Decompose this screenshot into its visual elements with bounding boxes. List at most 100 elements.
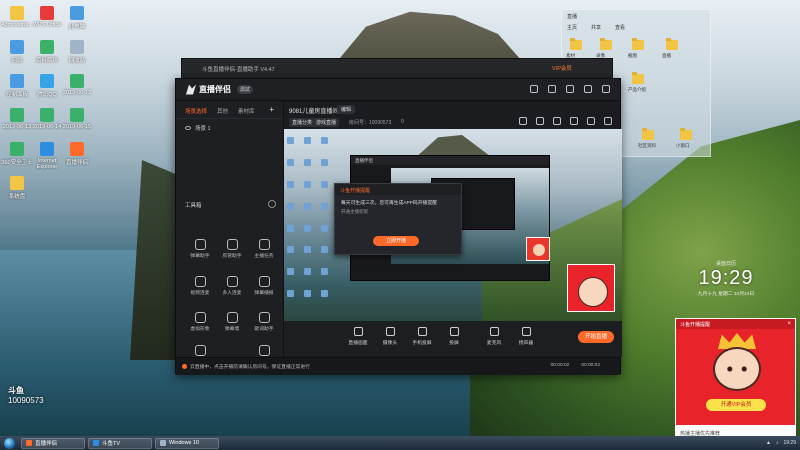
tool-label: 视频连麦 (190, 291, 210, 296)
tool-button[interactable]: 歌词助手 (246, 312, 282, 332)
tool-icon (194, 239, 206, 250)
explorer-tab[interactable]: 主页 (567, 24, 577, 34)
room-edit-button[interactable]: 编辑 (337, 105, 356, 114)
desktop-icon[interactable]: 此电脑 (60, 6, 94, 30)
taskbar-item[interactable]: Windows 10 (155, 437, 219, 449)
control-button[interactable]: 手机投屏 (408, 327, 436, 346)
clock-date: 九月十九 星期二 10月24日 (697, 292, 755, 297)
taskbar-item[interactable]: 斗鱼TV (88, 437, 152, 449)
folder-icon[interactable] (632, 38, 644, 50)
start-live-button[interactable]: 开始直播 (578, 331, 614, 343)
desktop-icon[interactable]: 360安全卫士 (0, 142, 34, 166)
tool-label: 虚拟形象 (190, 327, 210, 332)
bell-icon[interactable] (587, 117, 595, 125)
control-button[interactable]: 摄像头 (376, 327, 404, 346)
dialog-button[interactable]: 立即开播 (373, 236, 419, 246)
tool-button[interactable]: 房管助手 (214, 239, 250, 259)
folder-icon[interactable] (570, 38, 582, 50)
vip-open-button[interactable]: 开通VIP会员 (706, 399, 766, 411)
tab-scenes[interactable]: 场景选择 (185, 107, 207, 115)
desktop-icon[interactable]: 资料解析 (30, 40, 64, 64)
tool-icon (258, 312, 270, 323)
tab-materials[interactable]: 素材库 (238, 107, 255, 115)
explorer-tabs: 主页 共享 查看 (562, 24, 710, 34)
tool-button[interactable]: 弹幕墙 (214, 312, 250, 332)
control-button[interactable]: 投屏 (440, 327, 468, 346)
app-back-window[interactable]: 斗鱼直播伴侣-直播助手 V4.47 VIP会员 (181, 58, 613, 80)
tray-time[interactable]: 19:29 (783, 440, 796, 446)
tool-button[interactable]: 弹幕播报 (246, 276, 282, 296)
reminder-dialog[interactable]: 斗鱼开播提醒 每天可生成三次，您可再生成APP码开播提醒 开通主播权限 立即开播 (334, 183, 462, 255)
dialog-subtext: 开通主播权限 (341, 209, 368, 214)
desktop-icon[interactable]: 2019-06-14 (30, 108, 64, 130)
category-badge[interactable]: 游戏直播 (313, 118, 340, 127)
desktop-icon[interactable]: 2019-06-15 (60, 108, 94, 130)
tool-button[interactable]: 弹幕助手 (182, 239, 218, 259)
desktop-icon[interactable]: 系统盘 (0, 176, 34, 200)
vip-link[interactable]: VIP会员 (552, 64, 572, 72)
app-icon (70, 6, 84, 20)
minimize-icon[interactable] (584, 85, 592, 93)
tool-button[interactable]: 主播任务 (246, 239, 282, 259)
taskbar-label: 直播伴侣 (35, 441, 58, 447)
add-icon[interactable]: + (269, 106, 274, 115)
version-badge: 測試 (237, 85, 254, 94)
settings-icon[interactable] (566, 85, 574, 93)
list-icon[interactable] (553, 117, 561, 125)
vip-popup[interactable]: 斗鱼开播提醒 × 开通VIP会员 热播主播优先推荐 (675, 318, 796, 442)
desktop-icon-label: 网络 (11, 58, 23, 64)
explorer-tab[interactable]: 共享 (591, 24, 601, 34)
folder-icon[interactable] (642, 128, 654, 140)
control-button[interactable]: 直播画面 (344, 327, 372, 346)
folder-icon[interactable] (680, 128, 692, 140)
desktop-icon[interactable]: Administrat... (0, 6, 34, 28)
lock-icon[interactable] (536, 117, 544, 125)
control-button[interactable]: 扬声器 (512, 327, 540, 346)
tab-other[interactable]: 其他 (217, 107, 228, 115)
left-panel-tabs: 场景选择 其他 素材库 + (176, 101, 283, 119)
tool-button[interactable]: 视频连麦 (182, 276, 218, 296)
desktop-icon[interactable]: 回收站 (60, 40, 94, 64)
desktop-icon[interactable]: 直播伴侣 (60, 142, 94, 166)
volume-icon[interactable]: ♪ (776, 440, 779, 446)
control-bar: 直播画面 摄像头 手机投屏 投屏 麦克风 扬声器 开始直播 (284, 321, 622, 357)
desktop-icon[interactable]: 2019-06-13 (0, 108, 34, 130)
desktop-icon[interactable]: WPS Office (30, 6, 64, 28)
share-icon[interactable] (519, 117, 527, 125)
close-icon[interactable]: × (787, 321, 791, 327)
control-label: 手机投屏 (412, 341, 432, 346)
desktop-icon[interactable]: Internet Explorer (30, 142, 64, 170)
desktop-icon[interactable]: 2019-06-12 (60, 74, 94, 96)
desktop-icon[interactable]: 网络 (0, 40, 34, 64)
eye-icon[interactable] (185, 126, 191, 130)
explorer-tab[interactable]: 查看 (615, 24, 625, 34)
close-icon[interactable] (602, 85, 610, 93)
control-button[interactable]: 麦克风 (480, 327, 508, 346)
status-bar: 云直播中，点击开播前请确认房间号，保证直播正常进行 00:00:02 00:00… (176, 357, 620, 375)
folder-icon[interactable] (632, 72, 644, 84)
tool-button[interactable]: 虚拟形象 (182, 312, 218, 332)
gift-icon[interactable] (530, 85, 538, 93)
app-icon (40, 6, 54, 20)
streaming-app-window[interactable]: 直播伴侣 測試 场景选择 其他 素材库 + 场景 1 工具箱 弹幕助手 房管助手 主… (175, 78, 622, 375)
network-icon[interactable]: ▲ (766, 440, 771, 446)
scene-item[interactable]: 场景 1 (176, 119, 283, 137)
gear-icon[interactable] (604, 117, 612, 125)
desktop-icon-label: 系统盘 (8, 194, 26, 200)
taskbar-item[interactable]: 直播伴侣 (21, 437, 85, 449)
start-button[interactable] (0, 436, 18, 450)
control-icon (385, 327, 395, 336)
desktop-icon-label: 回收站 (68, 58, 86, 64)
desktop-icon[interactable]: 腾讯QQ (30, 74, 64, 98)
desktop-icon[interactable]: 控制面板 (0, 74, 34, 98)
message-icon[interactable] (548, 85, 556, 93)
desktop-icon-label: 腾讯QQ (37, 92, 57, 98)
tool-label: 弹幕墙 (224, 327, 240, 332)
tool-button[interactable]: 多人连麦 (214, 276, 250, 296)
tools-more-icon[interactable] (268, 200, 276, 208)
category-badge[interactable]: 直播分类 (289, 118, 316, 127)
chat-icon[interactable] (570, 117, 578, 125)
folder-icon[interactable] (600, 38, 612, 50)
folder-icon[interactable] (666, 38, 678, 50)
clock-caption: 桌面日历 (715, 261, 736, 267)
